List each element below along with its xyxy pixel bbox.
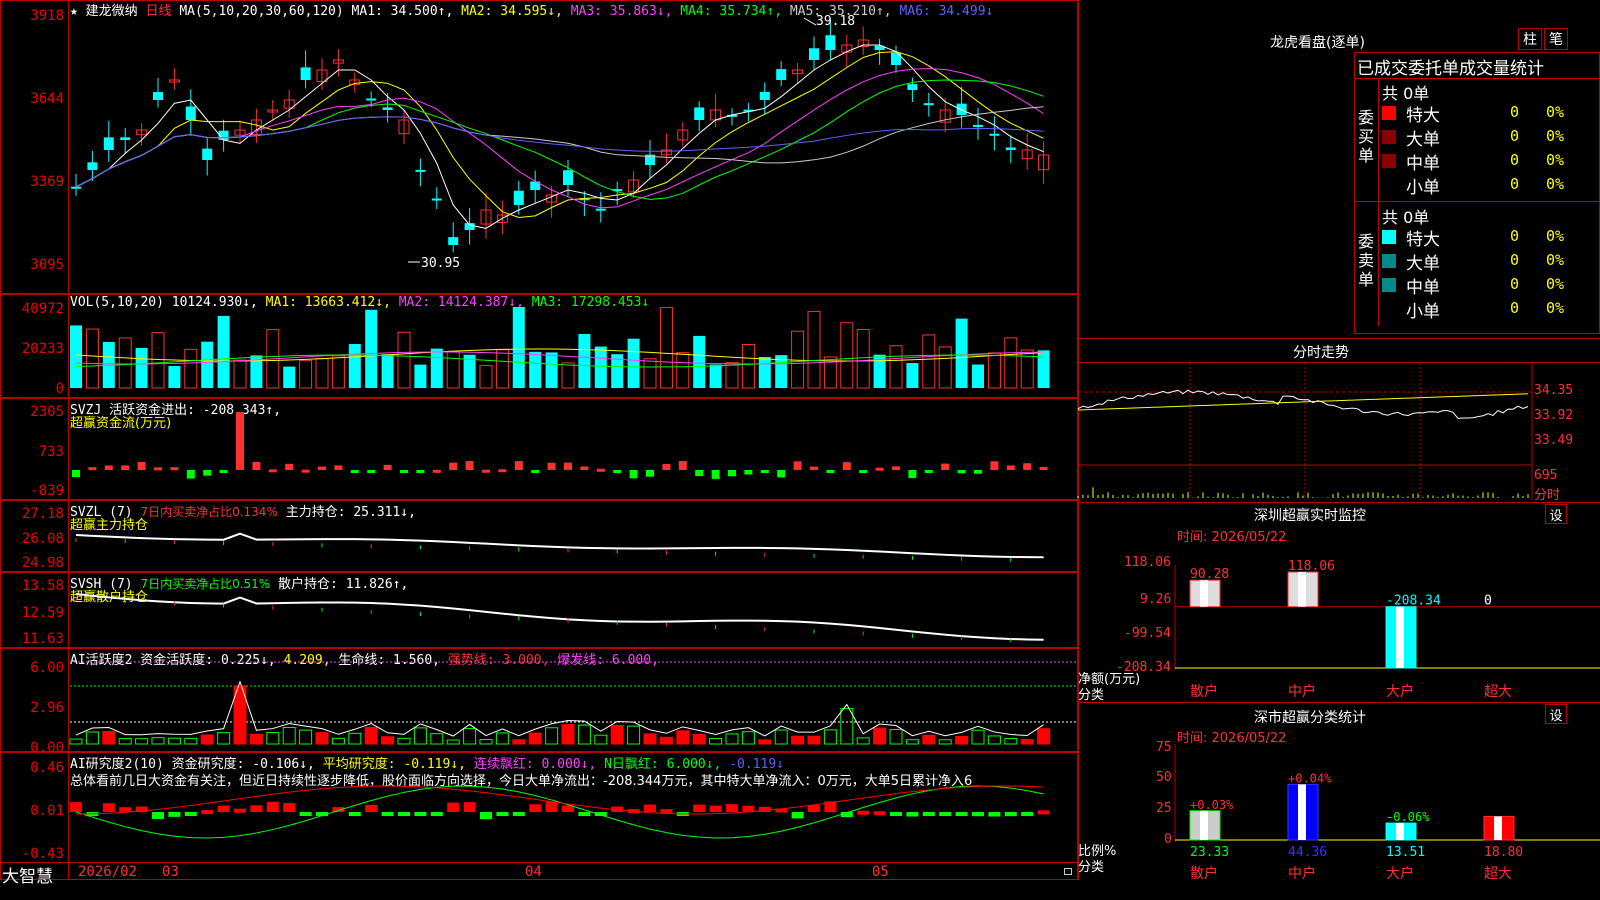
classify-category-label: 中户 bbox=[1288, 865, 1316, 882]
classify-category-label: 超大 bbox=[1484, 866, 1512, 882]
classify-value-label: 44.36 bbox=[1288, 845, 1327, 860]
classify-change-label: +0.04% bbox=[1288, 771, 1332, 785]
classify-value-label: 13.51 bbox=[1386, 845, 1425, 860]
classify-value-label: 18.80 bbox=[1484, 845, 1523, 860]
classify-bar-highlight bbox=[1494, 816, 1502, 840]
classify-category-label: 大户 bbox=[1386, 865, 1414, 882]
classify-bar-highlight bbox=[1396, 823, 1404, 840]
classify-bar-highlight bbox=[1298, 784, 1306, 840]
classify-value-label: 23.33 bbox=[1190, 845, 1229, 860]
classify-change-label: +0.03% bbox=[1190, 798, 1234, 812]
classify-category-label: 散户 bbox=[1190, 865, 1218, 882]
classify-bar-highlight bbox=[1200, 810, 1208, 840]
classify-change-label: -0.06% bbox=[1386, 810, 1430, 824]
app-root: ★ 建龙微纳 日线 MA(5,10,20,30,60,120) MA1: 34.… bbox=[0, 0, 1600, 900]
classify-bar-chart[interactable]: +0.03% 23.33 散户 +0.04% 44.36 中户 -0.06% 13.51 大户 1… bbox=[0, 0, 1600, 890]
